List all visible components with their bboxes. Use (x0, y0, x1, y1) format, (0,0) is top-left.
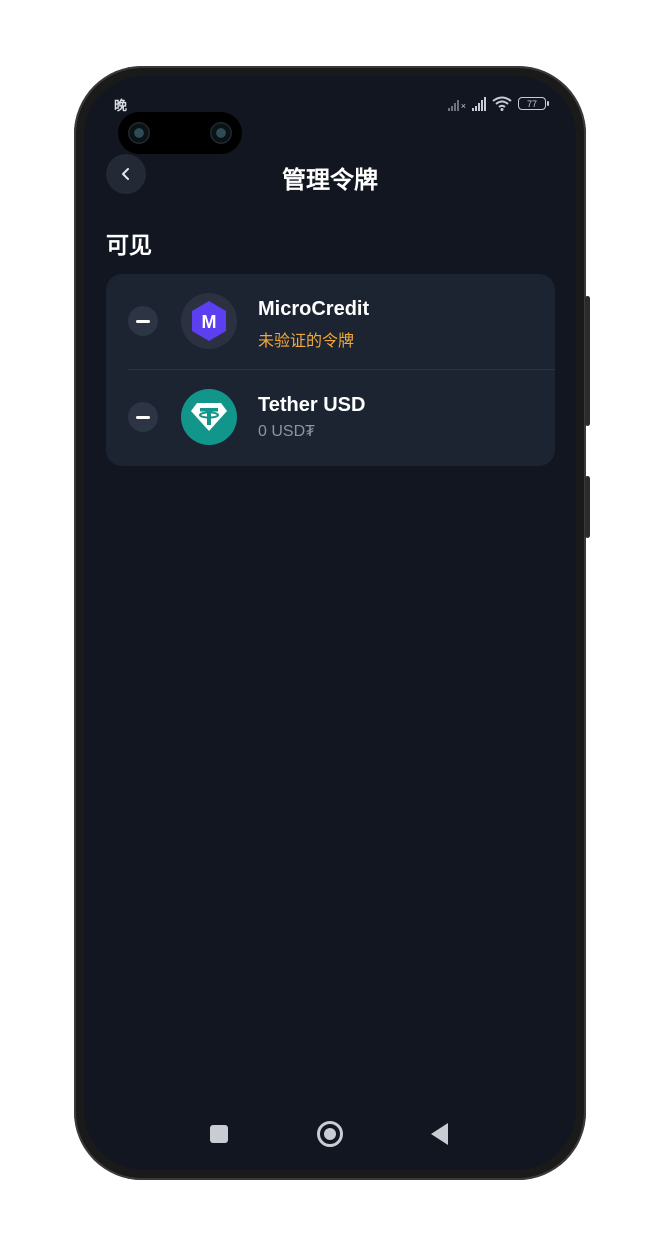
token-balance: 0 USD₮ (258, 423, 315, 440)
camera-lens-icon (128, 122, 150, 144)
square-icon[interactable] (210, 1125, 228, 1143)
minus-icon (136, 415, 150, 419)
power-button (585, 476, 590, 538)
status-bar: 晚 × 77 (84, 92, 576, 154)
phone-frame: 晚 × 77 管理令牌 可见 M MicroCredit 未验证的令牌 Teth… (74, 66, 590, 1180)
token-row-tether[interactable]: Tether USD 0 USD₮ (106, 370, 555, 466)
svg-text:M: M (202, 312, 217, 332)
remove-token-button[interactable] (128, 306, 158, 336)
status-time: 晚 (114, 98, 128, 113)
volume-button (585, 296, 590, 426)
token-list: M MicroCredit 未验证的令牌 Tether USD 0 USD₮ (106, 274, 555, 466)
header: 管理令牌 (84, 146, 576, 202)
signal-icon-1: × (447, 97, 466, 111)
section-label: 可见 (106, 232, 152, 258)
page-title: 管理令牌 (282, 167, 378, 194)
signal-icon-2 (472, 96, 486, 111)
circle-home-icon[interactable] (317, 1121, 343, 1147)
remove-token-button[interactable] (128, 402, 158, 432)
battery-icon: 77 (518, 97, 549, 110)
microcredit-logo-icon: M (181, 293, 237, 349)
status-icons: × 77 (447, 96, 549, 111)
token-row-microcredit[interactable]: M MicroCredit 未验证的令牌 (106, 274, 555, 370)
wifi-icon (492, 96, 512, 111)
tether-logo-icon (181, 389, 237, 445)
camera-lens-icon (210, 122, 232, 144)
token-name: Tether USD (258, 394, 366, 416)
system-nav-bar (84, 1100, 576, 1170)
triangle-back-icon[interactable] (431, 1123, 448, 1145)
minus-icon (136, 319, 150, 323)
token-status: 未验证的令牌 (258, 333, 355, 350)
app-screen: 晚 × 77 管理令牌 可见 M MicroCredit 未验证的令牌 Teth… (84, 76, 576, 1170)
token-name: MicroCredit (258, 298, 370, 320)
